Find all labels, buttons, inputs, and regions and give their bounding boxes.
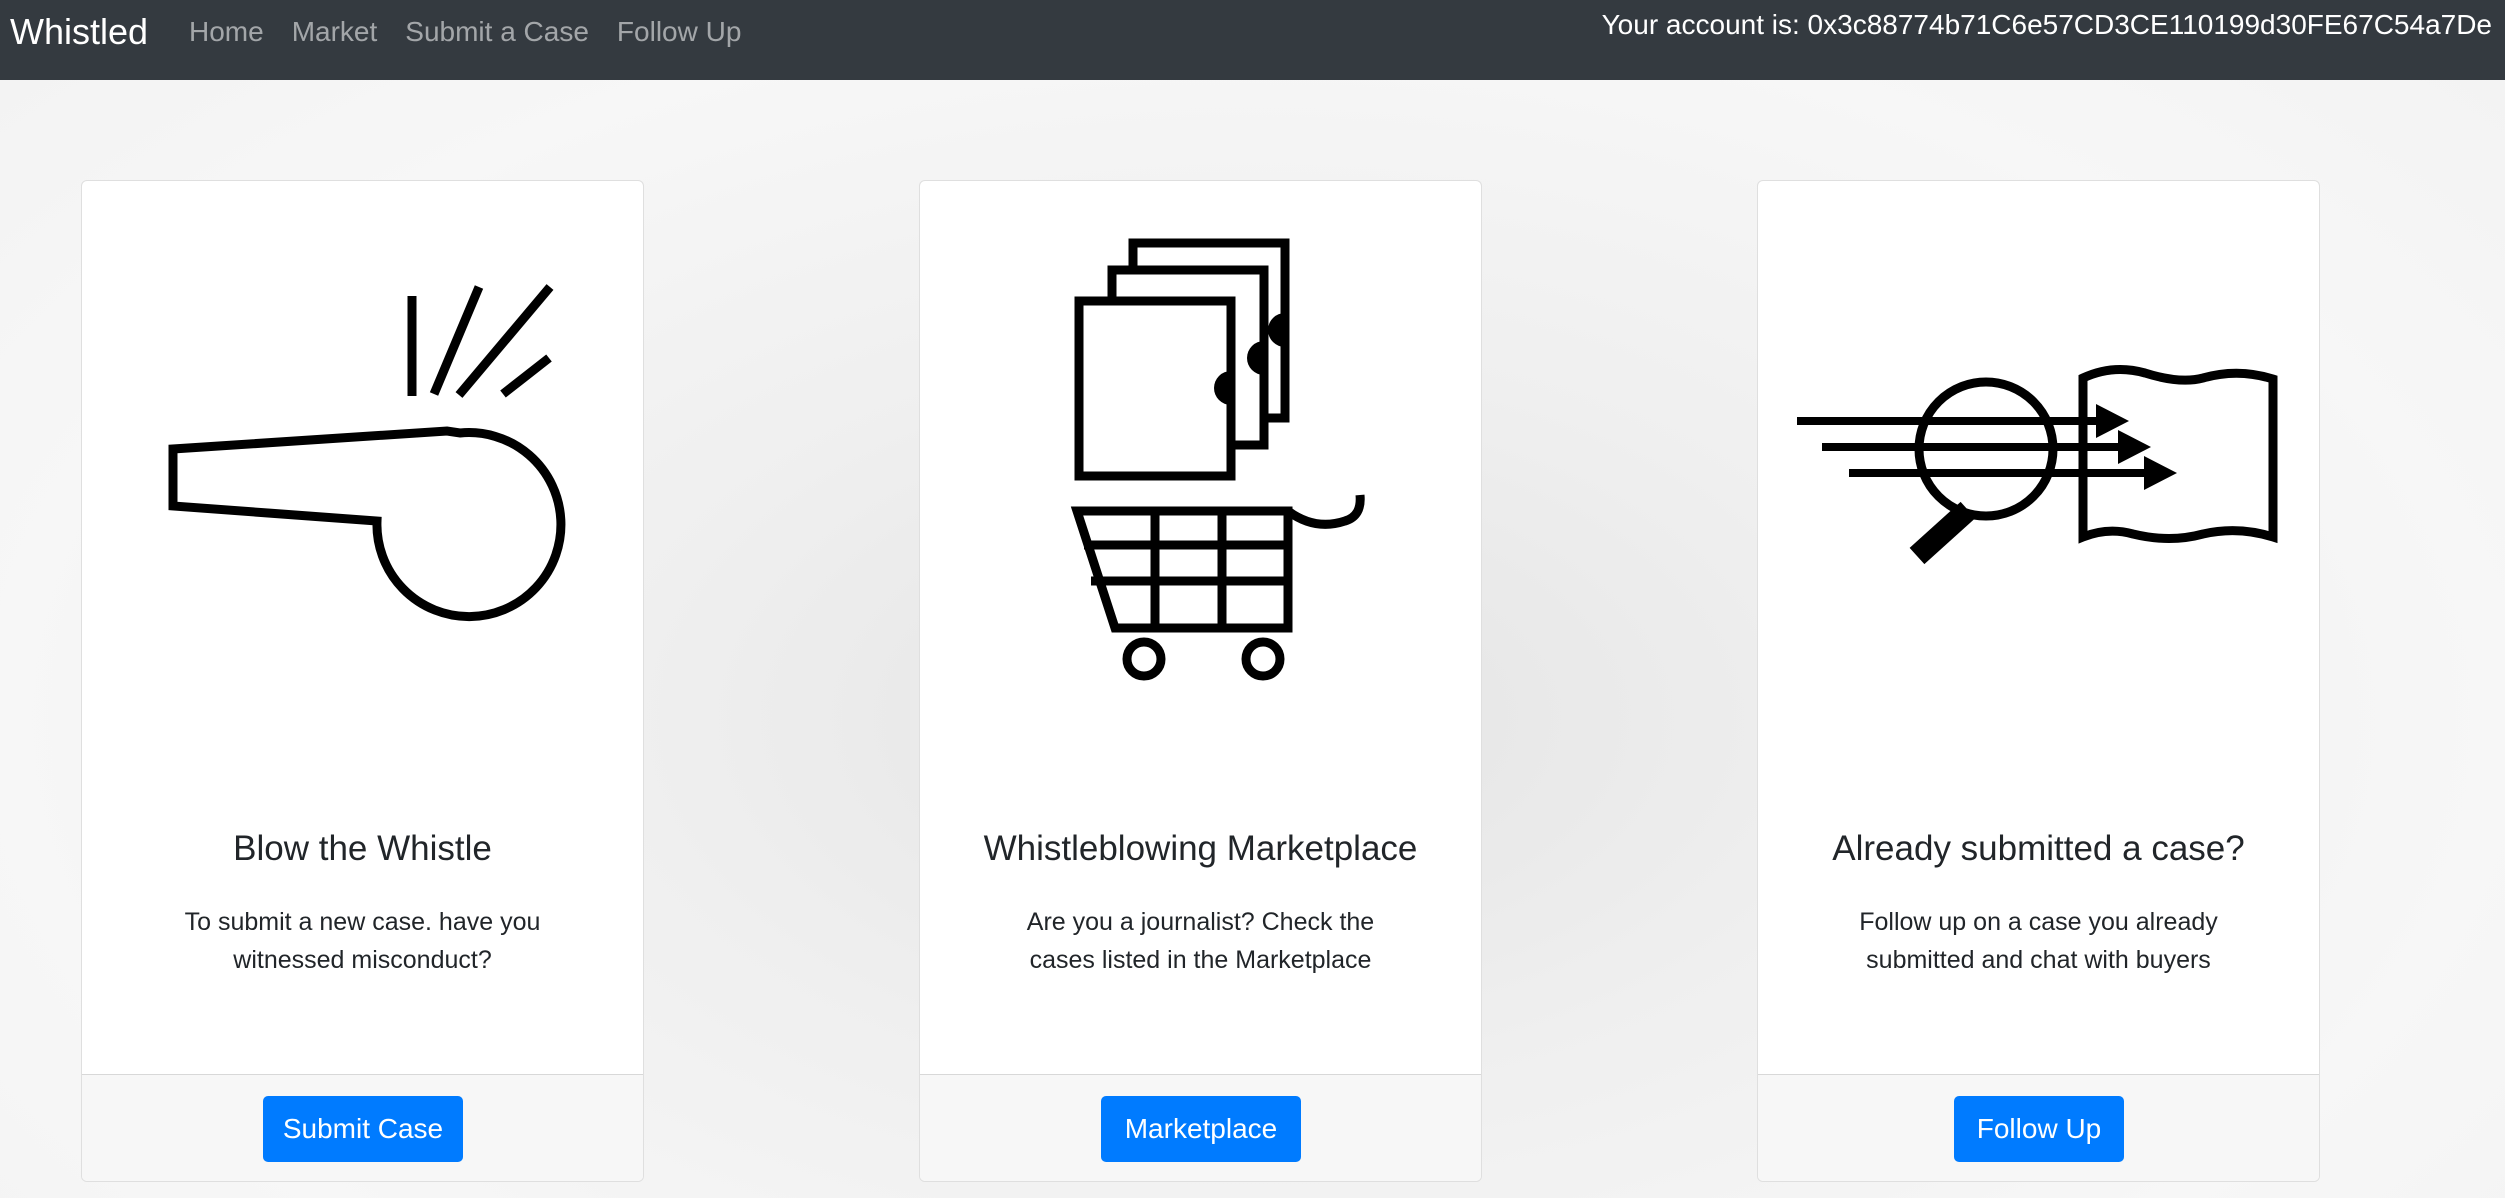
whistle-icon <box>82 181 643 741</box>
account-address: Your account is: 0x3c88774b71C6e57CD3CE1… <box>1601 9 2492 40</box>
marketplace-button[interactable]: Marketplace <box>1101 1096 1301 1162</box>
follow-up-button[interactable]: Follow Up <box>1954 1096 2124 1162</box>
card-follow-up: Already submitted a case? Follow up on a… <box>1757 180 2320 1182</box>
card-title: Blow the Whistle <box>233 829 492 868</box>
nav-link-market[interactable]: Market <box>292 14 378 50</box>
documents-cart-icon <box>920 181 1481 741</box>
card-blow-whistle: Blow the Whistle To submit a new case. h… <box>81 180 644 1182</box>
card-text: Are you a journalist? Check the cases li… <box>1026 908 1375 974</box>
nav-link-submit-case[interactable]: Submit a Case <box>405 14 589 50</box>
nav-link-follow-up[interactable]: Follow Up <box>617 14 741 50</box>
nav-links: Home Market Submit a Case Follow Up <box>189 14 769 50</box>
card-title: Whistleblowing Marketplace <box>983 829 1418 868</box>
card-text: To submit a new case. have you witnessed… <box>184 908 541 974</box>
card-title: Already submitted a case? <box>1832 829 2245 868</box>
magnifier-document-icon <box>1758 181 2319 741</box>
nav-link-home[interactable]: Home <box>189 14 264 50</box>
submit-case-button[interactable]: Submit Case <box>263 1096 463 1162</box>
navbar: Whistled Home Market Submit a Case Follo… <box>0 0 2505 80</box>
card-marketplace: Whistleblowing Marketplace Are you a jou… <box>919 180 1482 1182</box>
card-text: Follow up on a case you already submitte… <box>1859 908 2218 974</box>
brand-link[interactable]: Whistled <box>10 10 148 54</box>
